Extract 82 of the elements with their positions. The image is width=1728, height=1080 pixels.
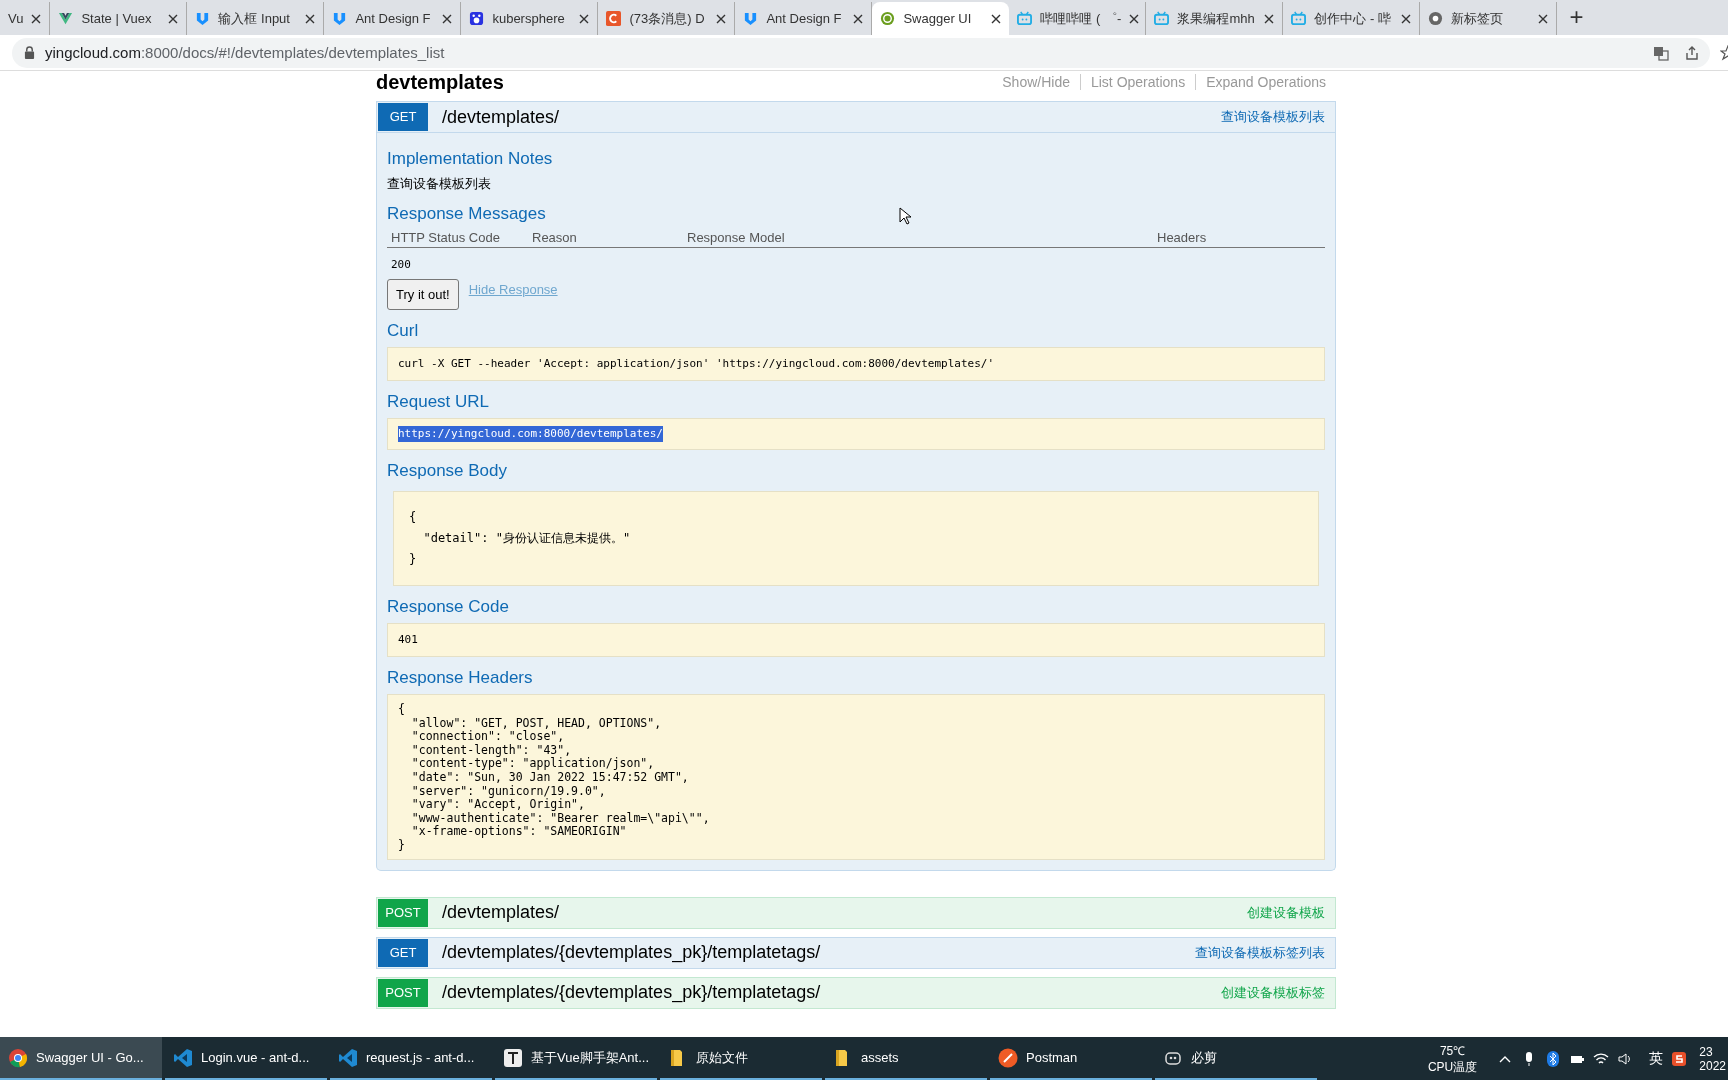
tv-icon [1017,11,1033,26]
operation-summary: 创建设备模板标签 [1221,983,1325,1002]
section-heading: Response Code [387,597,509,617]
taskbar-item[interactable]: 基于Vue脚手架Ant... [495,1037,657,1080]
response-headers: { "allow": "GET, POST, HEAD, OPTIONS", "connection": "close", "content-length": "43", "content-type": "application/json", "date": "Sun, 30 Jan 2022 15:47:52 GMT", "server": "gunicorn/19.9.0", "vary": "Accept, Origin", "www-authenticate": "Bearer realm=\"api\"", "x-frame-options": "SAMEORIGIN" } [387,694,1325,860]
section-heading: Request URL [387,392,490,412]
column-header: Headers [1157,230,1207,245]
shield-icon [195,11,211,26]
s-logo-icon[interactable] [1671,1050,1688,1067]
operation-summary: 查询设备模板标签列表 [1195,943,1325,962]
new-tab-button[interactable]: + [1557,2,1596,35]
column-header: Response Model [687,230,786,245]
operation-row[interactable]: GET /devtemplates/ 查询设备模板列表 [376,101,1336,133]
clock-date[interactable]: 2022 [1699,1058,1726,1073]
curl-box: curl -X GET --header 'Accept: application/json' 'https://yingcloud.com:8000/devtemplates/' [387,347,1325,381]
paw-icon [469,11,485,26]
vue-logo-icon [58,11,74,26]
bluetooth-icon[interactable] [1545,1050,1562,1067]
taskbar-item[interactable]: 必剪 [1155,1037,1317,1080]
cursor-icon [899,207,911,225]
close-icon[interactable] [991,13,1002,24]
response-body: { "detail": "身份认证信息未提供。" } [393,491,1319,586]
close-icon[interactable] [716,13,727,24]
clock-time[interactable]: 23 [1699,1044,1726,1059]
translate-icon[interactable] [1653,44,1669,61]
taskbar-item[interactable]: request.js - ant-d... [330,1037,492,1080]
operation-row[interactable]: POST /devtemplates/ 创建设备模板 [376,896,1336,929]
section-heading: Curl [387,321,419,341]
close-icon[interactable] [853,13,864,24]
operation-row[interactable]: GET /devtemplates/{devtemplates_pk}/templatetags/ 查询设备模板标签列表 [376,936,1336,969]
operation-path: /devtemplates/{devtemplates_pk}/templatetags/ [442,982,822,1004]
t-logo-icon [503,1047,523,1068]
browser-tab[interactable]: Swagger UI [872,2,1010,35]
operation-row[interactable]: POST /devtemplates/{devtemplates_pk}/templatetags/ 创建设备模板标签 [376,976,1336,1009]
section-heading: Response Body [387,461,508,481]
taskbar-item[interactable]: 原始文件 [660,1037,822,1080]
code-editor-icon [338,1047,358,1068]
method-badge: POST [378,898,428,927]
input-method-indicator[interactable]: 英 [1649,1049,1664,1068]
taskbar-item[interactable]: Swagger UI - Go... [0,1037,162,1080]
share-icon[interactable] [1684,44,1700,61]
c-logo-icon [606,11,622,26]
close-icon[interactable] [442,13,453,24]
close-icon[interactable] [31,13,42,24]
response-code: 401 [387,623,1325,657]
table-cell-text: 200 [391,258,412,271]
operation-summary: 查询设备模板列表 [1221,108,1325,126]
notes-text: 查询设备模板列表 [387,175,492,193]
close-icon[interactable] [579,13,590,24]
method-badge: POST [378,978,428,1007]
operation-path: /devtemplates/{devtemplates_pk}/templatetags/ [442,942,822,964]
shield-icon [743,11,759,26]
method-badge: GET [378,103,428,131]
column-header: Reason [532,230,578,245]
lock-icon [24,46,35,59]
tv-icon [1291,11,1307,26]
taskbar-item[interactable]: assets [825,1037,987,1080]
try-it-out-button[interactable]: Try it out! [387,279,459,310]
close-icon[interactable] [305,13,316,24]
method-badge: GET [378,938,428,967]
section-heading: Response Messages [387,204,546,224]
close-icon[interactable] [1401,13,1412,24]
section-title: devtemplates [376,71,504,93]
address-field[interactable]: yingcloud.com:8000/docs/#!/devtemplates/devtemplates_list [12,37,1710,68]
close-icon[interactable] [168,13,179,24]
temperature-label: CPU温度 [1427,1058,1478,1076]
operation-path: /devtemplates/ [442,902,561,924]
taskbar-item[interactable]: Login.vue - ant-d... [165,1037,327,1080]
close-icon[interactable] [1538,13,1549,24]
section-heading: Response Headers [387,668,533,688]
temperature: 75℃ [1439,1042,1466,1059]
request-url[interactable]: https://yingcloud.com:8000/devtemplates/ [398,426,663,442]
close-icon[interactable] [1129,13,1140,24]
code-editor-icon [173,1047,193,1068]
tv-icon [1154,11,1170,26]
close-icon[interactable] [1264,13,1275,24]
operation-path: /devtemplates/ [442,106,561,128]
shield-icon [332,11,348,26]
column-header: HTTP Status Code [391,230,501,245]
section-heading: Implementation Notes [387,149,553,169]
taskbar-item[interactable]: Postman [990,1037,1152,1080]
operation-summary: 创建设备模板 [1247,903,1325,922]
